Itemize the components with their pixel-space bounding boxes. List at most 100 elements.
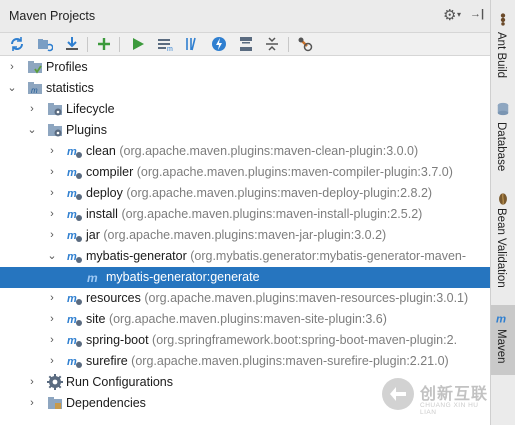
tree-item-lifecycle[interactable]: › Lifecycle	[0, 99, 490, 120]
tree-item-statistics[interactable]: ⌄ m statistics	[0, 78, 490, 99]
tab-label: Ant Build	[495, 32, 507, 79]
chevron-right-icon[interactable]: ›	[6, 57, 18, 78]
chevron-right-icon[interactable]: ›	[46, 225, 58, 246]
chevron-right-icon[interactable]: ›	[46, 330, 58, 351]
plugin-name: mybatis-generator	[86, 249, 187, 263]
toolbar-separator	[288, 37, 289, 52]
plugin-coordinates: (org.apache.maven.plugins:maven-site-plu…	[108, 312, 387, 326]
toolbar-separator	[87, 37, 88, 52]
collapse-all-icon[interactable]	[262, 35, 282, 53]
tab-label: Bean Validation	[495, 208, 507, 288]
watermark-text: 创新互联	[420, 386, 489, 403]
tree-item-label: statistics	[46, 81, 94, 95]
plugin-name: jar	[86, 228, 100, 242]
chevron-down-icon[interactable]: ⌄	[6, 78, 18, 99]
chevron-right-icon[interactable]: ›	[46, 183, 58, 204]
chevron-down-icon[interactable]: ▾	[457, 10, 461, 19]
plugin-icon: m	[67, 146, 82, 158]
chevron-right-icon[interactable]: ›	[46, 204, 58, 225]
tree-item-plugin[interactable]: › m deploy (org.apache.maven.plugins:mav…	[0, 183, 490, 204]
tree-item-plugin[interactable]: › m jar (org.apache.maven.plugins:maven-…	[0, 225, 490, 246]
plugin-icon: m	[67, 314, 82, 326]
tree-item-label: Run Configurations	[66, 375, 174, 389]
plugin-coordinates: (org.apache.maven.plugins:maven-clean-pl…	[119, 144, 419, 158]
chevron-right-icon[interactable]: ›	[46, 309, 58, 330]
database-icon	[497, 102, 509, 116]
goal-icon: m	[87, 271, 98, 285]
svg-text:m: m	[67, 335, 77, 347]
tree-item-plugin[interactable]: › m site (org.apache.maven.plugins:maven…	[0, 309, 490, 330]
tab-label: Database	[495, 122, 507, 172]
tree-item-plugin[interactable]: › m clean (org.apache.maven.plugins:mave…	[0, 141, 490, 162]
gear-icon[interactable]: ⚙	[443, 6, 456, 24]
tree-item-label: Plugins	[66, 123, 107, 137]
tree-item-label: Dependencies	[66, 396, 146, 410]
run-icon[interactable]	[128, 35, 148, 53]
ant-icon	[500, 13, 506, 26]
plugin-name: install	[86, 207, 118, 221]
maven-project-icon: m	[28, 82, 42, 95]
tree-item-plugin[interactable]: › m surefire (org.apache.maven.plugins:m…	[0, 351, 490, 372]
chevron-right-icon[interactable]: ›	[26, 99, 38, 120]
right-tool-strip: Ant Build Database Bean Validation m Mav…	[490, 0, 515, 425]
tree-item-plugin[interactable]: › m install (org.apache.maven.plugins:ma…	[0, 204, 490, 225]
generate-sources-icon[interactable]	[35, 35, 55, 53]
maven-settings-icon[interactable]	[295, 35, 315, 53]
tree-item-plugins[interactable]: ⌄ Plugins	[0, 120, 490, 141]
chevron-down-icon[interactable]: ⌄	[26, 120, 38, 141]
tree-item-plugin[interactable]: › m spring-boot (org.springframework.boo…	[0, 330, 490, 351]
plugin-coordinates: (org.apache.maven.plugins:maven-surefire…	[131, 354, 449, 368]
plugin-coordinates: (org.apache.maven.plugins:maven-compiler…	[136, 165, 453, 179]
chevron-right-icon[interactable]: ›	[26, 393, 38, 414]
folder-icon	[28, 61, 42, 74]
svg-text:m: m	[67, 209, 77, 221]
svg-text:m: m	[87, 271, 98, 285]
watermark-subtext: CHUANG XIN HU LIAN	[420, 402, 479, 416]
svg-text:m: m	[67, 356, 77, 368]
tab-database[interactable]: Database	[491, 96, 515, 176]
toolbar: m	[0, 33, 490, 56]
download-icon[interactable]	[62, 35, 82, 53]
watermark-logo: 创新互联 CHUANG XIN HU LIAN	[378, 372, 488, 422]
svg-text:m: m	[496, 313, 506, 325]
dependencies-folder-icon	[48, 397, 62, 409]
plugin-icon: m	[67, 230, 82, 242]
maven-icon: m	[496, 313, 506, 325]
skip-tests-icon[interactable]	[209, 35, 229, 53]
tab-bean-validation[interactable]: Bean Validation	[491, 186, 515, 306]
settings-gear-icon	[47, 374, 63, 390]
tree-item-plugin[interactable]: › m resources (org.apache.maven.plugins:…	[0, 288, 490, 309]
chevron-right-icon[interactable]: ›	[46, 351, 58, 372]
plugin-icon: m	[67, 356, 82, 368]
tab-ant-build[interactable]: Ant Build	[491, 0, 515, 92]
tree-item-plugin[interactable]: › m compiler (org.apache.maven.plugins:m…	[0, 162, 490, 183]
lifecycle-folder-icon	[48, 103, 62, 116]
reimport-icon[interactable]	[7, 35, 27, 53]
plugin-name: compiler	[86, 165, 134, 179]
chevron-right-icon[interactable]: ›	[46, 288, 58, 309]
toggle-offline-icon[interactable]	[182, 35, 202, 53]
svg-text:m: m	[67, 146, 77, 158]
hide-panel-icon[interactable]: →|	[470, 8, 484, 20]
tree-item-goal-selected[interactable]: m mybatis-generator:generate	[0, 267, 490, 288]
svg-text:m: m	[67, 251, 77, 263]
add-icon[interactable]	[94, 35, 114, 53]
tree-item-label: Profiles	[46, 60, 88, 74]
plugin-name: deploy	[86, 186, 123, 200]
execute-goal-icon[interactable]: m	[155, 35, 175, 53]
tab-maven[interactable]: m Maven	[491, 305, 515, 375]
chevron-right-icon[interactable]: ›	[46, 141, 58, 162]
tree-item-plugin-mybatis[interactable]: ⌄ m mybatis-generator (org.mybatis.gener…	[0, 246, 490, 267]
svg-text:m: m	[67, 230, 77, 242]
plugin-coordinates: (org.apache.maven.plugins:maven-deploy-p…	[126, 186, 433, 200]
plugin-icon: m	[67, 335, 82, 347]
plugin-coordinates: (org.mybatis.generator:mybatis-generator…	[190, 249, 467, 263]
chevron-right-icon[interactable]: ›	[46, 162, 58, 183]
tab-label: Maven	[495, 329, 507, 364]
plugin-coordinates: (org.apache.maven.plugins:maven-install-…	[121, 207, 423, 221]
show-dependencies-icon[interactable]	[236, 35, 256, 53]
chevron-down-icon[interactable]: ⌄	[46, 246, 58, 267]
svg-text:m: m	[67, 188, 77, 200]
chevron-right-icon[interactable]: ›	[26, 372, 38, 393]
tree-item-profiles[interactable]: › Profiles	[0, 57, 490, 78]
